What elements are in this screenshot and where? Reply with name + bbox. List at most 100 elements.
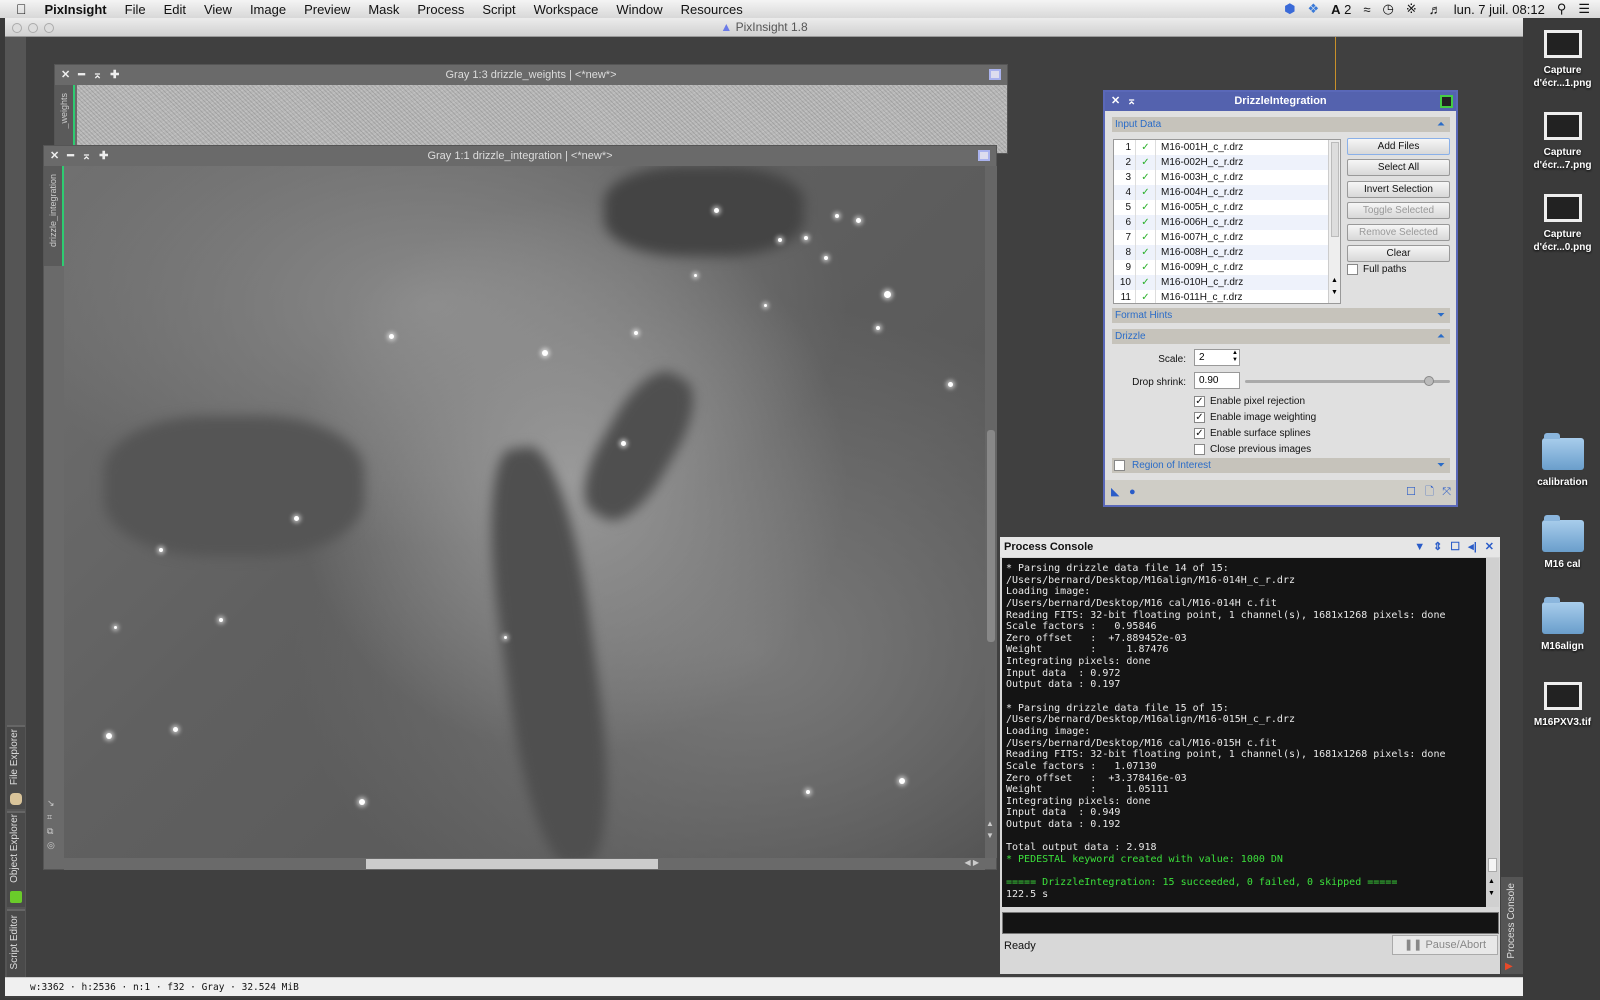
bluetooth-icon[interactable]: ※ (1406, 1, 1417, 17)
option-checkbox[interactable]: ✓ (1194, 412, 1205, 423)
resize-icon[interactable]: ⇕ (1433, 537, 1442, 557)
clear-button[interactable]: Clear (1347, 245, 1450, 262)
enabled-check-icon[interactable]: ✓ (1136, 230, 1156, 245)
vertical-scroll-thumb[interactable] (987, 430, 995, 642)
collapse-icon[interactable]: ⏶ (1437, 117, 1445, 132)
enabled-check-icon[interactable]: ✓ (1136, 245, 1156, 260)
menu-script[interactable]: Script (473, 2, 524, 17)
menu-edit[interactable]: Edit (155, 2, 195, 17)
volume-icon[interactable]: ♬ (1429, 2, 1442, 17)
clock[interactable]: lun. 7 juil. 08:12 (1454, 2, 1545, 17)
file-row[interactable]: 10 ✓ M16-010H_c_r.drz (1114, 275, 1340, 290)
close-icon[interactable]: ✕ (1485, 537, 1494, 557)
option-checkbox[interactable]: ✓ (1194, 396, 1205, 407)
maximize-icon[interactable]: ✚ (110, 65, 119, 85)
close-window-button[interactable] (12, 23, 22, 33)
desktop-item[interactable]: calibration (1525, 433, 1600, 489)
file-row[interactable]: 7 ✓ M16-007H_c_r.drz (1114, 230, 1340, 245)
section-input-data[interactable]: Input Data ⏶ (1112, 117, 1450, 132)
scale-spinbox[interactable]: 2 ▲ ▼ (1194, 349, 1240, 366)
file-row[interactable]: 4 ✓ M16-004H_c_r.drz (1114, 185, 1340, 200)
weights-image[interactable] (77, 85, 1007, 153)
enabled-check-icon[interactable]: ✓ (1136, 185, 1156, 200)
scroll-arrows-icon[interactable]: ▲ ▼ (1331, 275, 1338, 299)
adobe-icon[interactable]: A 2 (1331, 2, 1351, 17)
toggle-selected-button[interactable]: Toggle Selected (1347, 202, 1450, 219)
close-icon[interactable]: ✕ (61, 65, 70, 85)
horizontal-scroll-thumb[interactable] (366, 859, 658, 869)
enabled-check-icon[interactable]: ✓ (1136, 140, 1156, 155)
file-row[interactable]: 5 ✓ M16-005H_c_r.drz (1114, 200, 1340, 215)
expand-icon[interactable]: ⏷ (1437, 458, 1445, 473)
file-row[interactable]: 2 ✓ M16-002H_c_r.drz (1114, 155, 1340, 170)
desktop-item[interactable]: Capture d'écr...0.png (1525, 194, 1600, 254)
shade-icon[interactable]: ━ (78, 65, 85, 85)
scroll-arrows-icon[interactable]: ▲ ▼ (1488, 876, 1495, 900)
dropbox-icon[interactable]: ❖ (1307, 1, 1319, 17)
menu-app[interactable]: PixInsight (36, 2, 116, 17)
close-icon[interactable]: ✕ (50, 146, 59, 166)
select-all-button[interactable]: Select All (1347, 159, 1450, 176)
menu-resources[interactable]: Resources (672, 2, 752, 17)
track-view-icon[interactable]: 🗋 (1425, 480, 1434, 505)
enabled-check-icon[interactable]: ✓ (1136, 275, 1156, 290)
file-row[interactable]: 1 ✓ M16-001H_c_r.drz (1114, 140, 1340, 155)
scroll-arrows-icon[interactable]: ▲ ▼ (986, 818, 994, 842)
option-checkbox[interactable]: ✓ (1194, 428, 1205, 439)
dock-icon[interactable]: ◂| (1468, 537, 1477, 557)
reset-icon[interactable]: ⤧ (1442, 480, 1451, 505)
nebula-image[interactable] (64, 166, 985, 858)
clone-icon[interactable]: ⧉ (47, 824, 55, 838)
scroll-thumb[interactable] (1488, 858, 1497, 872)
zoom-window-button[interactable] (44, 23, 54, 33)
image-window-weights[interactable]: ✕ ━ ⌅ ✚ Gray 1:3 drizzle_weights | <*new*> … (54, 64, 1008, 155)
time-machine-icon[interactable]: ◷ (1382, 1, 1393, 17)
tab-object-explorer[interactable]: Object Explorer (7, 811, 25, 907)
enabled-check-icon[interactable]: ✓ (1136, 155, 1156, 170)
file-row[interactable]: 9 ✓ M16-009H_c_r.drz (1114, 260, 1340, 275)
image-window-integration[interactable]: ✕ ━ ⌅ ✚ Gray 1:1 drizzle_integration | <*ne… (43, 145, 997, 870)
tab-file-explorer[interactable]: File Explorer (7, 725, 25, 809)
section-format-hints[interactable]: Format Hints ⏷ (1112, 308, 1450, 323)
pause-abort-button[interactable]: ❚❚ Pause/Abort (1392, 935, 1498, 955)
spotlight-icon[interactable]: ⚲ (1557, 1, 1567, 17)
menu-image[interactable]: Image (241, 2, 295, 17)
file-list-scrollbar[interactable]: ▲ ▼ (1328, 140, 1340, 303)
file-list[interactable]: 1 ✓ M16-001H_c_r.drz 2 ✓ M16-002H_c_r.drz 3 ✓ M1… (1113, 139, 1341, 304)
apply-global-icon[interactable]: ● (1129, 480, 1136, 505)
fit-icon[interactable]: ⌗ (47, 810, 55, 824)
full-paths-checkbox[interactable] (1347, 264, 1358, 275)
desktop-item[interactable]: M16PXV3.tif (1525, 682, 1600, 729)
remove-selected-button[interactable]: Remove Selected (1347, 224, 1450, 241)
enabled-check-icon[interactable]: ✓ (1136, 170, 1156, 185)
enabled-check-icon[interactable]: ✓ (1136, 200, 1156, 215)
shade-icon[interactable]: ⌅ (1127, 92, 1136, 111)
console-scrollbar[interactable]: ▲ ▼ (1486, 558, 1499, 907)
menu-window[interactable]: Window (607, 2, 671, 17)
fit-window-icon[interactable] (989, 69, 1001, 80)
section-region-of-interest[interactable]: Region of Interest ⏷ (1112, 458, 1450, 473)
center-icon[interactable]: ◎ (47, 838, 55, 852)
wifi-icon[interactable]: ≈ (1363, 2, 1370, 17)
apple-menu-icon[interactable]:  (0, 1, 36, 17)
enabled-check-icon[interactable]: ✓ (1136, 290, 1156, 303)
minimize-window-button[interactable] (28, 23, 38, 33)
enabled-check-icon[interactable]: ✓ (1136, 215, 1156, 230)
invert-selection-button[interactable]: Invert Selection (1347, 181, 1450, 198)
file-row[interactable]: 8 ✓ M16-008H_c_r.drz (1114, 245, 1340, 260)
vertical-scrollbar[interactable]: ▲ ▼ (985, 166, 997, 858)
tab-process-console[interactable]: Process Console ▶ (1501, 877, 1523, 974)
console-output[interactable]: * Parsing drizzle data file 14 of 15:/Us… (1002, 558, 1486, 907)
menu-mask[interactable]: Mask (359, 2, 408, 17)
scroll-lr-arrows-icon[interactable]: ◀ ▶ (964, 858, 979, 867)
shade-icon[interactable]: ━ (67, 146, 74, 166)
image-window-title[interactable]: ✕ ━ ⌅ ✚ Gray 1:1 drizzle_integration | <*ne… (44, 146, 996, 166)
panel-title-bar[interactable]: ✕ ⌅ DrizzleIntegration (1105, 92, 1456, 111)
fit-window-icon[interactable] (978, 150, 990, 161)
desktop-item[interactable]: Capture d'écr...1.png (1525, 30, 1600, 90)
browse-docs-icon[interactable]: ☐ (1406, 480, 1416, 505)
drop-shrink-slider[interactable] (1245, 376, 1450, 386)
iconize-icon[interactable]: ⌅ (93, 65, 102, 85)
new-instance-icon[interactable]: ◣ (1111, 480, 1119, 505)
maximize-icon[interactable]: ✚ (99, 146, 108, 166)
